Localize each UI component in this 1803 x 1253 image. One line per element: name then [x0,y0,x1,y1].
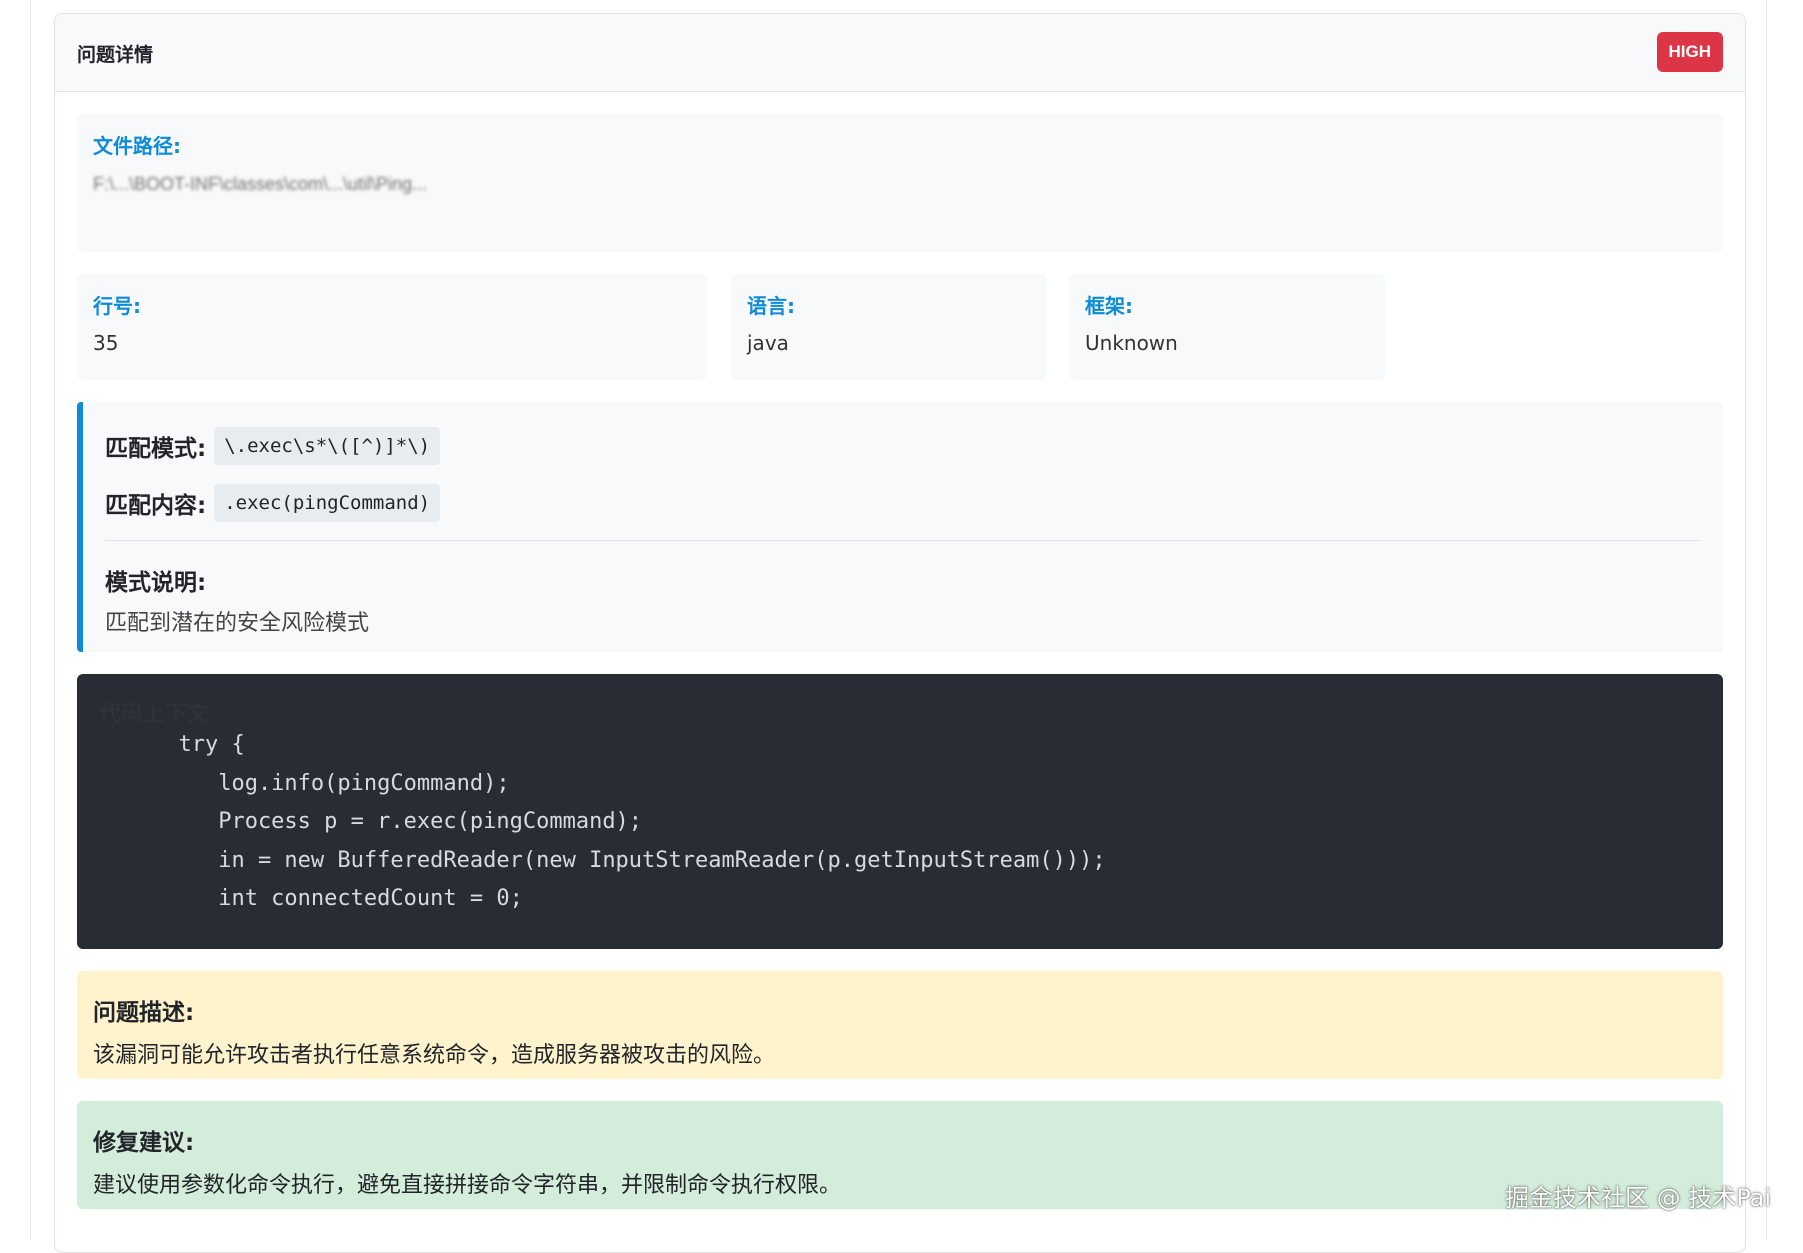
pattern-explain-label: 模式说明: [105,570,207,596]
issue-detail-card: 问题详情 HIGH 文件路径: F:\...\BOOT-INF\classes\… [54,13,1746,1253]
code-line: Process p = r.exec(pingCommand); [99,809,643,834]
pattern-explain-text: 匹配到潜在的安全风险模式 [105,611,370,636]
language-value: java [747,331,789,355]
match-content-label: 匹配内容: [105,493,207,519]
card-header: 问题详情 HIGH [55,14,1745,92]
card-title: 问题详情 [77,44,154,66]
issue-description-box: 问题描述: 该漏洞可能允许攻击者执行任意系统命令，造成服务器被攻击的风险。 [77,971,1723,1079]
match-content-value: .exec(pingCommand) [214,484,441,522]
match-pattern-value: \.exec\s*\([^)]*\) [214,427,441,465]
framework-label: 框架: [1085,294,1133,318]
language-box: 语言: java [731,274,1047,380]
match-pattern-row: 匹配模式: \.exec\s*\([^)]*\) [105,426,1701,466]
pattern-divider [105,540,1701,541]
code-context-block: 代码上下文 try { log.info(pingCommand); Proce… [77,674,1723,949]
line-number-label: 行号: [93,294,141,318]
watermark: 掘金技术社区 @ 技术Pai [1504,1184,1771,1212]
code-line: int connectedCount = 0; [99,886,523,911]
code-line: log.info(pingCommand); [99,770,510,796]
file-path-box: 文件路径: F:\...\BOOT-INF\classes\com\...\ut… [77,114,1723,252]
issue-description-label: 问题描述: [93,1000,195,1026]
severity-badge: HIGH [1656,32,1723,72]
line-number-box: 行号: 35 [77,274,707,380]
fix-suggestion-label: 修复建议: [93,1130,195,1156]
framework-box: 框架: Unknown [1069,274,1385,380]
pattern-box: 匹配模式: \.exec\s*\([^)]*\) 匹配内容: .exec(pin… [77,402,1723,652]
page-guide-left [30,0,31,1240]
language-label: 语言: [747,294,795,318]
code-line: in = new BufferedReader(new InputStreamR… [99,847,1106,873]
issue-description-text: 该漏洞可能允许攻击者执行任意系统命令，造成服务器被攻击的风险。 [93,1043,776,1068]
page-guide-right [1766,0,1767,1240]
card-body: 文件路径: F:\...\BOOT-INF\classes\com\...\ut… [77,114,1723,1209]
file-path-value: F:\...\BOOT-INF\classes\com\...\util\Pin… [93,174,428,194]
framework-value: Unknown [1085,331,1178,355]
match-content-row: 匹配内容: .exec(pingCommand) [105,483,1701,523]
match-pattern-label: 匹配模式: [105,436,207,462]
code-context-title: 代码上下文 [99,702,210,727]
meta-row: 行号: 35 语言: java 框架: Unknown [77,274,1723,380]
file-path-label: 文件路径: [93,134,181,158]
line-number-value: 35 [93,331,119,355]
fix-suggestion-text: 建议使用参数化命令执行，避免直接拼接命令字符串，并限制命令执行权限。 [93,1173,842,1198]
code-line: try { [99,732,245,757]
fix-suggestion-box: 修复建议: 建议使用参数化命令执行，避免直接拼接命令字符串，并限制命令执行权限。 [77,1101,1723,1209]
